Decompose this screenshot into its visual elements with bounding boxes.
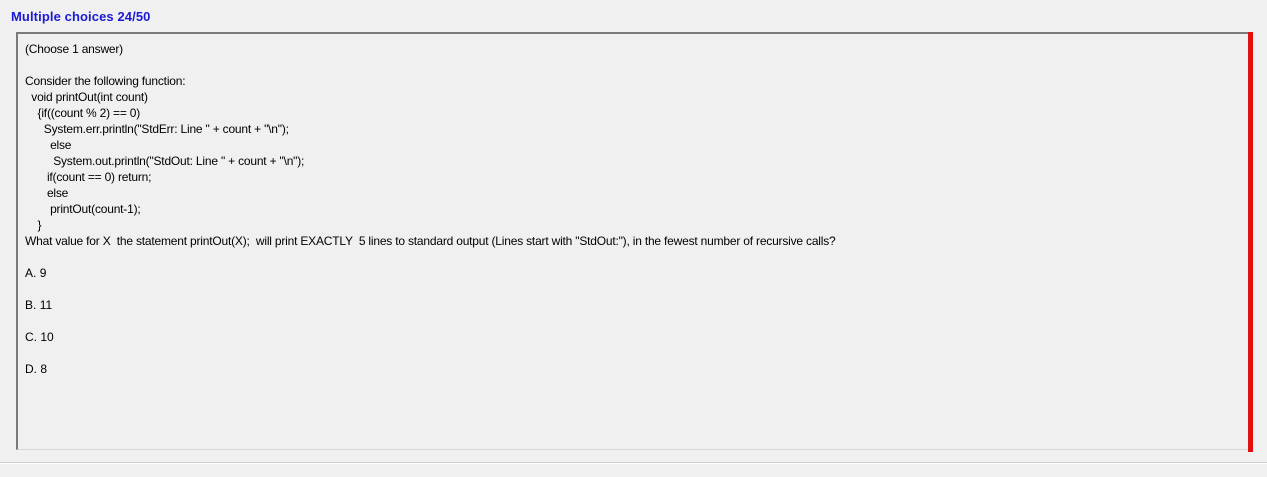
- answer-letter: D.: [25, 362, 37, 376]
- code-line: printOut(count-1);: [25, 202, 141, 216]
- code-line: else: [25, 186, 69, 200]
- answer-letter: B.: [25, 298, 37, 312]
- question-prompt: What value for X the statement printOut(…: [25, 234, 836, 248]
- question-line: Consider the following function:: [25, 74, 186, 88]
- answer-list: A. 9 B. 11 C. 10 D. 8: [25, 265, 54, 393]
- code-line: System.err.println("StdErr: Line " + cou…: [25, 122, 289, 136]
- answer-option-d[interactable]: D. 8: [25, 361, 54, 377]
- bottom-divider-highlight: [0, 463, 1267, 464]
- scroll-indicator-bar: [1248, 32, 1253, 452]
- answer-instruction: (Choose 1 answer): [25, 42, 123, 56]
- answer-option-a[interactable]: A. 9: [25, 265, 54, 281]
- answer-value: 10: [40, 330, 54, 344]
- answer-option-b[interactable]: B. 11: [25, 297, 54, 313]
- code-line: if(count == 0) return;: [25, 170, 152, 184]
- code-line: else: [25, 138, 72, 152]
- answer-letter: A.: [25, 266, 37, 280]
- code-line: }: [25, 218, 42, 232]
- answer-letter: C.: [25, 330, 37, 344]
- question-panel: (Choose 1 answer) Consider the following…: [16, 32, 1248, 450]
- answer-option-c[interactable]: C. 10: [25, 329, 54, 345]
- code-line: {if((count % 2) == 0): [25, 106, 141, 120]
- question-text: (Choose 1 answer) Consider the following…: [25, 41, 836, 249]
- code-line: System.out.println("StdOut: Line " + cou…: [25, 154, 305, 168]
- answer-value: 9: [39, 266, 47, 280]
- page-title: Multiple choices 24/50: [11, 9, 151, 24]
- answer-value: 11: [39, 298, 53, 312]
- code-line: void printOut(int count): [25, 90, 148, 104]
- answer-value: 8: [40, 362, 48, 376]
